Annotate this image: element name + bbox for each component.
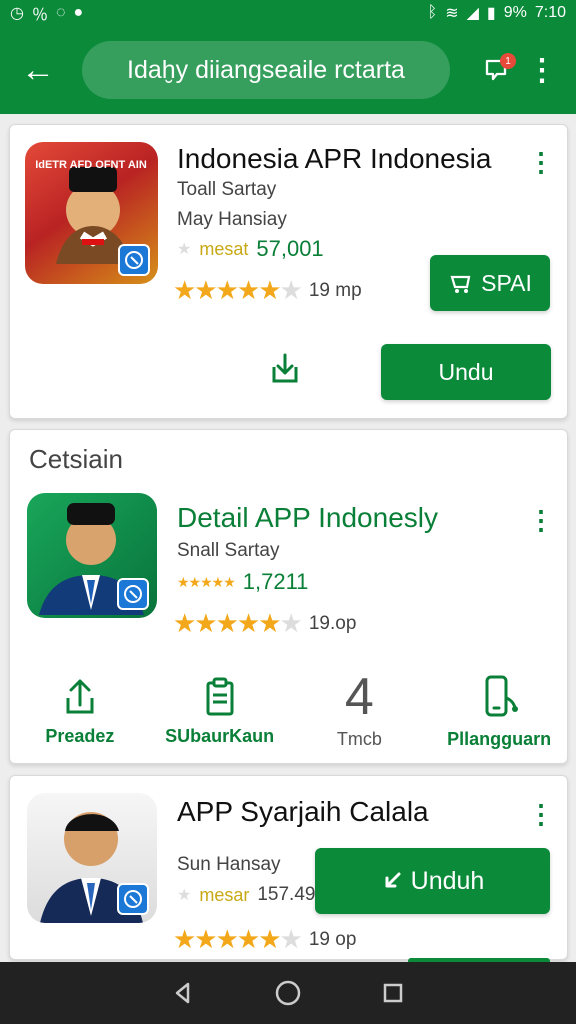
app-3-rating: ★★★★★★ 19 op <box>173 924 356 955</box>
app-1-downloads: 57,001 <box>256 236 324 261</box>
action-count-label: Tmcb <box>336 728 382 749</box>
back-nav-icon[interactable] <box>169 979 197 1007</box>
app-2-title[interactable]: Detail APP Indonesly <box>177 502 438 534</box>
app-3-size-label: mesar <box>199 884 250 905</box>
app-2-more-button[interactable]: ⋮ <box>528 505 554 535</box>
notification-button[interactable]: 1 <box>474 48 518 92</box>
more-vertical-icon: ⋮ <box>527 53 557 87</box>
small-stars-icon: ★★★★★ <box>177 573 236 590</box>
app-2-rating: ★★★★★★ 19.op <box>173 608 356 639</box>
app-3-download-label: Unduh <box>410 866 485 895</box>
chat-icon: ● <box>73 4 84 21</box>
app-2-rating-value: 1,7211 <box>242 569 309 594</box>
app-3-more-button[interactable]: ⋮ <box>528 799 554 829</box>
small-star-icon: ★ <box>177 887 192 904</box>
app-1-rating: ★★★★★★ 19 mp <box>173 275 362 306</box>
app-toolbar: ← Idaḫy diiangseaile rctarta 1 ⋮ <box>0 26 576 114</box>
app-icon-2 <box>27 493 157 618</box>
app-3-download-info: ★ mesar 157.49 <box>177 884 315 906</box>
app-icon-3 <box>27 793 157 923</box>
battery-percentage: 9% <box>503 4 527 21</box>
signal-icon: ◢ <box>466 5 479 22</box>
action-count-value: 4 <box>344 667 374 726</box>
share-icon <box>66 679 94 713</box>
clipboard-icon <box>206 677 234 715</box>
app-1-size-label: mesat <box>199 238 249 259</box>
home-nav-icon[interactable] <box>274 979 302 1007</box>
app-1-primary-label: SPAI <box>481 269 532 296</box>
app-icon-1: IdETR AFD OFNT AIN <box>25 142 158 284</box>
back-button[interactable]: ← <box>0 26 76 114</box>
phone-icon <box>485 675 519 716</box>
app-1-title[interactable]: Indonesia APR Indonesia <box>177 143 491 175</box>
app-1-rating-meta: 19 mp <box>308 279 362 301</box>
status-right: ᛒ ≋ ◢ ▮ 9% 7:10 <box>428 3 566 23</box>
app-1-download-info: ★ mesat 57,001 <box>177 236 324 262</box>
verified-badge-icon <box>117 578 149 610</box>
app-3-downloads: 157.49 <box>257 884 316 905</box>
app-2-rating-meta: 19.op <box>308 612 357 634</box>
app-1-subtitle: May Hansiay <box>177 209 287 230</box>
app-3-title[interactable]: APP Syarjaih Calala <box>177 796 429 828</box>
search-field[interactable]: Idaḫy diiangseaile rctarta <box>82 41 450 99</box>
message-icon: ◌ <box>55 4 66 21</box>
system-navigation-bar <box>0 962 576 1024</box>
clock-icon: ◷ <box>10 5 24 22</box>
app-2-rating-count: ★★★★★ 1,7211 <box>177 569 308 595</box>
small-star-icon: ★ <box>177 241 192 258</box>
app-card-2[interactable]: Cetsiain Detail APP Indonesly ⋮ Snall Sa… <box>9 429 568 764</box>
app-1-primary-button[interactable]: SPAI <box>430 255 550 311</box>
action-phone-label: Pllangguarn <box>447 728 552 749</box>
app-card-1[interactable]: IdETR AFD OFNT AIN Indonesia APR Indones… <box>9 124 568 419</box>
action-clipboard[interactable]: SUbaurKaun <box>150 676 290 747</box>
cart-icon <box>450 275 471 293</box>
battery-icon: ▮ <box>486 5 496 22</box>
app-2-developer: Snall Sartay <box>177 540 280 561</box>
app-1-stars: ★★★★★★ <box>173 275 303 305</box>
overflow-menu-button[interactable]: ⋮ <box>518 26 566 114</box>
app-1-more-button[interactable]: ⋮ <box>528 147 554 177</box>
action-count[interactable]: 4 Tmcb <box>290 667 430 750</box>
action-share-label: Preadez <box>45 725 115 746</box>
status-left: ◷ ％ ◌ ● <box>10 1 83 25</box>
app-3-rating-meta: 19 op <box>308 928 357 950</box>
app-1-developer: Toall Sartay <box>177 179 277 200</box>
verified-badge-icon <box>118 244 150 276</box>
app-3-stars: ★★★★★★ <box>173 924 303 954</box>
app-card-3[interactable]: APP Syarjaih Calala ⋮ Sun Hansay ★ mesar… <box>9 775 568 960</box>
download-arrow-icon <box>385 872 401 888</box>
action-share[interactable]: Preadez <box>10 676 150 747</box>
app-2-stars: ★★★★★★ <box>173 608 303 638</box>
percent-icon: ％ <box>31 7 48 24</box>
action-clipboard-label: SUbaurKaun <box>165 725 275 746</box>
app-1-icon-text: IdETR AFD OFNT AIN <box>35 159 147 171</box>
bluetooth-icon: ᛒ <box>427 4 438 21</box>
app-3-download-button[interactable]: Unduh <box>315 848 550 914</box>
action-phone[interactable]: Pllangguarn <box>429 673 569 750</box>
recent-apps-nav-icon[interactable] <box>379 979 407 1007</box>
app-3-developer: Sun Hansay <box>177 854 281 875</box>
app-1-download-button[interactable]: Undu <box>381 344 551 400</box>
notification-badge: 1 <box>500 53 516 69</box>
download-icon[interactable] <box>263 347 307 391</box>
app-2-actions: Preadez SUbaurKaun 4 Tmcb Pllangguarn <box>10 666 569 756</box>
wifi-icon: ≋ <box>445 5 459 22</box>
status-bar: ◷ ％ ◌ ● ᛒ ≋ ◢ ▮ 9% 7:10 <box>0 0 576 26</box>
verified-badge-icon <box>117 883 149 915</box>
section-label: Cetsiain <box>29 444 123 474</box>
status-time: 7:10 <box>534 4 566 21</box>
arrow-left-icon: ← <box>21 50 55 89</box>
